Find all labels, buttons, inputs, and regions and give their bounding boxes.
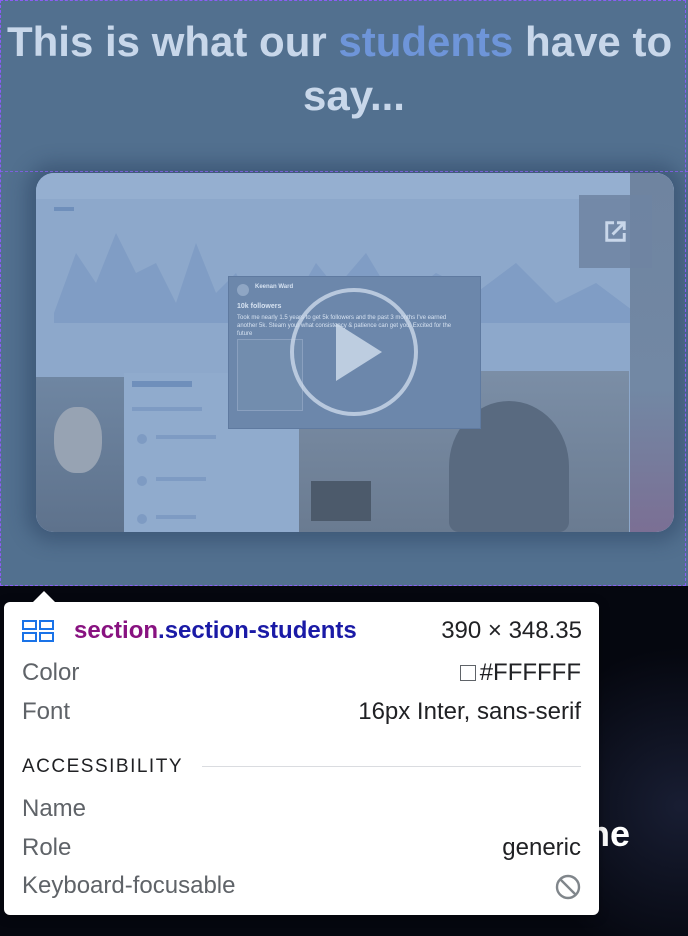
font-value: 16px Inter, sans-serif — [358, 698, 581, 725]
color-value: #FFFFFF — [479, 659, 581, 686]
not-allowed-icon — [555, 874, 581, 900]
play-icon — [336, 323, 382, 381]
play-button[interactable] — [290, 288, 418, 416]
tweet-avatar — [237, 284, 249, 296]
role-label: Role — [22, 834, 72, 861]
color-label: Color — [22, 659, 80, 686]
video-background-shelf — [311, 481, 371, 521]
font-label: Font — [22, 698, 71, 725]
element-selector: section.section-students — [74, 616, 357, 646]
inspector-tooltip: section.section-students 390 × 348.35 Co… — [4, 591, 599, 915]
color-value-wrap: #FFFFFF — [459, 658, 581, 688]
grid-layout-icon — [22, 620, 54, 642]
accessibility-title: ACCESSIBILITY — [22, 756, 183, 777]
accessibility-divider — [202, 766, 581, 767]
role-value: generic — [502, 834, 581, 861]
selector-class: .section-students — [158, 617, 357, 644]
tooltip-arrow — [32, 591, 56, 603]
selector-tag: section — [74, 617, 159, 644]
accessible-name-label: Name — [22, 795, 87, 822]
video-person-left — [36, 377, 124, 532]
color-row: Color #FFFFFF — [22, 658, 581, 688]
students-section: This is what our students have to say... — [0, 0, 688, 586]
video-person-left-face — [54, 407, 102, 473]
color-swatch — [459, 665, 476, 681]
testimonial-video[interactable]: Keenan Ward 10k followers Took me nearly… — [36, 173, 674, 532]
accessible-name-row: Name — [22, 794, 581, 824]
heading-accent: students — [338, 18, 514, 65]
keyboard-focusable-label: Keyboard-focusable — [22, 872, 236, 899]
page: This is what our students have to say... — [0, 0, 688, 936]
heading-prefix: This is what our — [7, 18, 339, 65]
heading-suffix: have to — [513, 18, 673, 65]
font-row: Font 16px Inter, sans-serif — [22, 697, 581, 727]
open-in-new-icon — [605, 221, 626, 242]
heading-line-2: say... — [303, 72, 405, 119]
open-in-new-button[interactable] — [579, 195, 652, 268]
tooltip-header: section.section-students 390 × 348.35 — [22, 616, 582, 646]
element-dimensions: 390 × 348.35 — [441, 617, 582, 644]
heading-line-1: This is what our students have to — [7, 14, 672, 70]
role-row: Role generic — [22, 833, 581, 863]
keyboard-focusable-row: Keyboard-focusable — [22, 871, 581, 901]
